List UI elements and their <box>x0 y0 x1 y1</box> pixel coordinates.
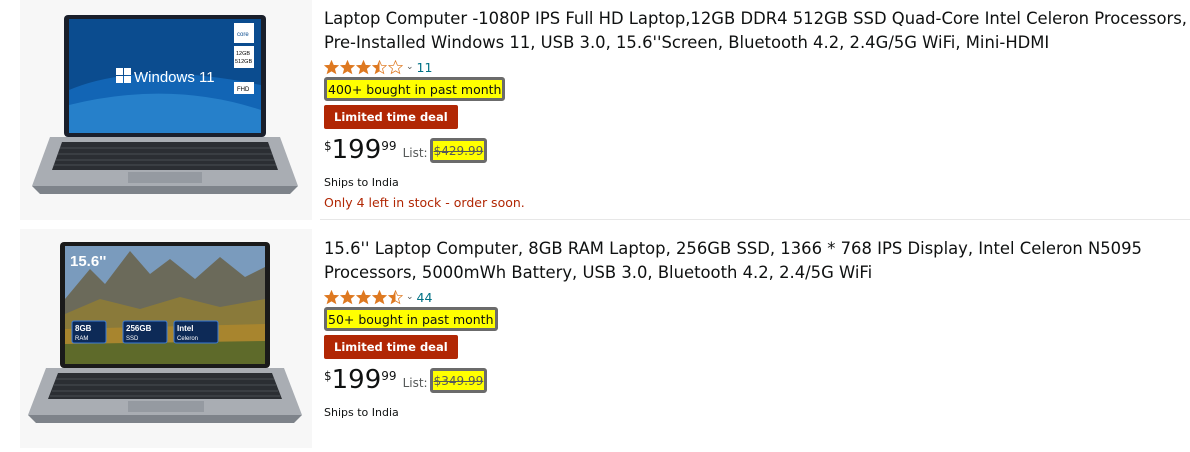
star-rating <box>324 59 403 75</box>
product-card: Windows 11 core 12GB 512GB FHD Laptop Co… <box>0 0 1190 222</box>
star-rating <box>324 289 403 305</box>
badge-fhd: FHD <box>237 87 250 93</box>
rating-count[interactable]: 11 <box>417 60 433 75</box>
price-row[interactable]: $ 199 99 List: $349.99 <box>324 366 1190 400</box>
bought-text: 400+ bought in past month <box>328 82 502 97</box>
price-fraction: 99 <box>381 139 397 153</box>
rating-row[interactable]: ⌄ 11 <box>324 58 1190 76</box>
product-card: 15.6'' 8GB RAM 256GB SSD Intel Celeron 1… <box>0 229 1190 448</box>
screen-text: Windows 11 <box>134 69 215 86</box>
price-symbol: $ <box>324 369 332 383</box>
product-image[interactable]: Windows 11 core 12GB 512GB FHD <box>20 0 312 220</box>
star-full-icon <box>324 59 339 74</box>
star-half-icon <box>388 289 403 304</box>
list-price-highlight: $349.99 <box>429 368 488 393</box>
star-full-icon <box>356 59 371 74</box>
shipping-info: Ships to India <box>324 406 399 419</box>
price-row[interactable]: $ 199 99 List: $429.99 <box>324 136 1190 170</box>
chevron-down-icon[interactable]: ⌄ <box>406 292 414 302</box>
chip-ram-top: 8GB <box>75 324 92 333</box>
rating-count[interactable]: 44 <box>417 290 433 305</box>
chip-ssd-top: 256GB <box>126 324 152 333</box>
star-full-icon <box>324 289 339 304</box>
list-label: List: <box>402 146 428 160</box>
product-title-line2[interactable]: Pre-Installed Windows 11, USB 3.0, 15.6'… <box>324 31 1190 55</box>
star-full-icon <box>340 289 355 304</box>
badge-ram: 12GB <box>236 51 250 57</box>
chip-cpu-bottom: Celeron <box>177 336 198 342</box>
stock-warning: Only 4 left in stock - order soon. <box>324 195 525 210</box>
deal-badge: Limited time deal <box>324 335 458 359</box>
bought-badge: 50+ bought in past month <box>324 307 498 331</box>
chip-cpu-top: Intel <box>177 324 193 333</box>
chip-ssd-bottom: SSD <box>126 336 139 342</box>
bought-text: 50+ bought in past month <box>328 312 494 327</box>
screen-text: 15.6'' <box>70 253 106 270</box>
divider <box>320 219 1190 220</box>
price-whole: 199 <box>331 365 382 395</box>
star-full-icon <box>372 289 387 304</box>
list-price: $429.99 <box>433 144 484 158</box>
badge-core: core <box>237 32 249 38</box>
rating-row[interactable]: ⌄ 44 <box>324 288 1190 306</box>
list-price: $349.99 <box>433 374 484 388</box>
chevron-down-icon[interactable]: ⌄ <box>406 62 414 72</box>
list-label: List: <box>402 376 428 390</box>
price-whole: 199 <box>331 135 382 165</box>
deal-badge: Limited time deal <box>324 105 458 129</box>
badge-ssd: 512GB <box>235 59 252 65</box>
shipping-info: Ships to India <box>324 176 399 189</box>
star-full-icon <box>356 289 371 304</box>
price-symbol: $ <box>324 139 332 153</box>
product-title-line2[interactable]: Processors, 5000mWh Battery, USB 3.0, Bl… <box>324 261 1190 285</box>
price-fraction: 99 <box>381 369 397 383</box>
star-empty-icon <box>388 59 403 74</box>
list-price-highlight: $429.99 <box>429 138 488 163</box>
product-image[interactable]: 15.6'' 8GB RAM 256GB SSD Intel Celeron <box>20 229 312 448</box>
product-title-line1[interactable]: 15.6'' Laptop Computer, 8GB RAM Laptop, … <box>324 237 1190 261</box>
bought-badge: 400+ bought in past month <box>324 77 506 101</box>
star-half-icon <box>372 59 387 74</box>
chip-ram-bottom: RAM <box>75 336 88 342</box>
product-title-line1[interactable]: Laptop Computer -1080P IPS Full HD Lapto… <box>324 7 1190 31</box>
star-full-icon <box>340 59 355 74</box>
